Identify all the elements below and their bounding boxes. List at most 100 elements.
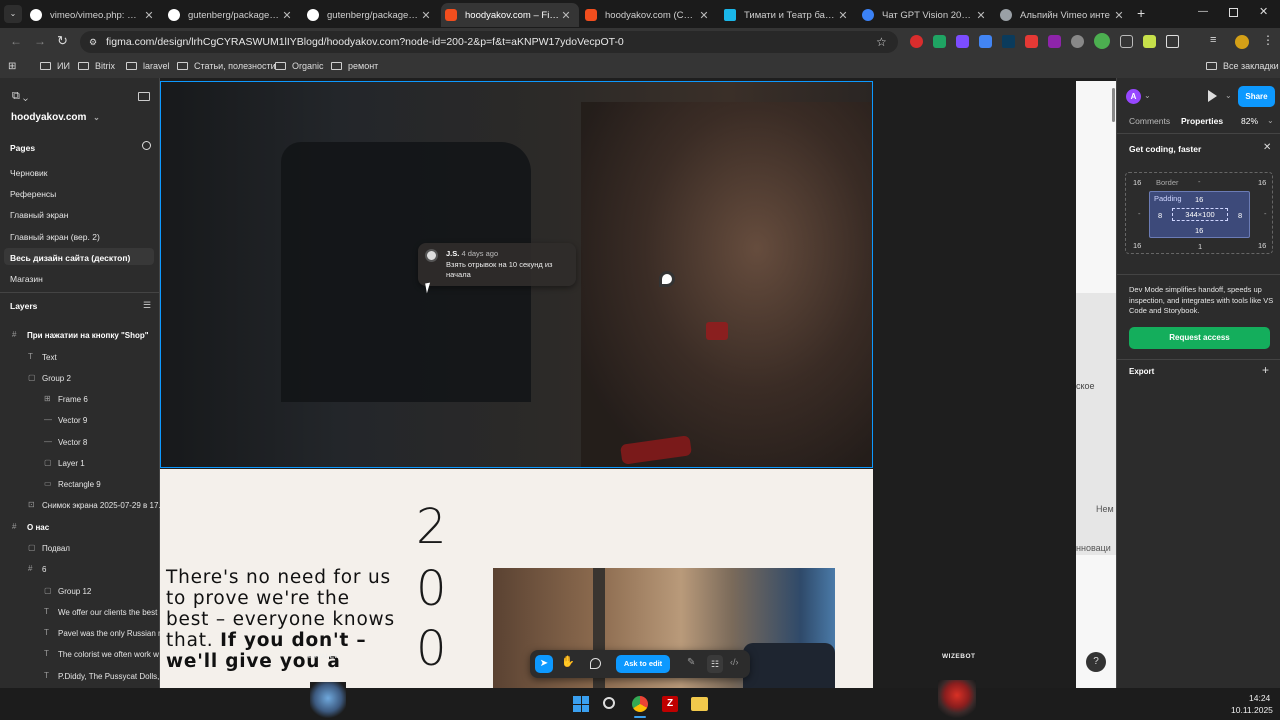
chevron-down-icon[interactable]: ⌄ bbox=[1144, 91, 1151, 100]
close-icon[interactable]: ✕ bbox=[1263, 142, 1271, 153]
layer-item[interactable]: Frame 6 bbox=[58, 395, 88, 404]
layer-item[interactable]: Layer 1 bbox=[58, 459, 85, 468]
bookmark-folder[interactable]: ремонт bbox=[331, 61, 378, 71]
layer-item[interactable]: 6 bbox=[42, 565, 46, 574]
layer-item[interactable]: Vector 9 bbox=[58, 416, 87, 425]
layer-item[interactable]: Pavel was the only Russian m bbox=[58, 629, 165, 638]
comment-tool-icon[interactable] bbox=[590, 658, 601, 669]
extension-icon[interactable] bbox=[1048, 35, 1061, 48]
share-button[interactable]: Share bbox=[1238, 86, 1275, 107]
extensions-puzzle-icon[interactable] bbox=[1166, 35, 1179, 48]
forward-icon[interactable]: → bbox=[34, 34, 46, 48]
browser-tab[interactable]: hoodyakov.com (Copy) –✕ bbox=[581, 3, 717, 27]
layer-item[interactable]: Подвал bbox=[42, 544, 70, 553]
minimize-icon[interactable]: — bbox=[1198, 6, 1208, 17]
layers-list-icon[interactable]: ☰ bbox=[143, 300, 151, 311]
close-tab-icon[interactable]: ✕ bbox=[280, 9, 294, 22]
page-item[interactable]: Главный экран bbox=[10, 210, 68, 220]
url-input[interactable]: ⚙ figma.com/design/lrhCgCYRASWUM1lIYBlog… bbox=[80, 31, 898, 53]
draw-tool-icon[interactable]: ✎ bbox=[687, 657, 695, 668]
filezilla-icon[interactable]: Z bbox=[662, 696, 678, 712]
dev-mode-icon[interactable]: ☷ bbox=[707, 655, 723, 673]
clock-time[interactable]: 14:24 bbox=[1249, 693, 1270, 703]
hand-tool-icon[interactable]: ✋ bbox=[561, 655, 575, 668]
extension-icon[interactable] bbox=[1143, 35, 1156, 48]
bookmark-folder[interactable]: ИИ bbox=[40, 61, 70, 71]
adblock-icon[interactable] bbox=[910, 35, 923, 48]
search-icon[interactable] bbox=[603, 697, 615, 709]
layer-item[interactable]: We offer our clients the best bbox=[58, 608, 157, 617]
reload-icon[interactable]: ↻ bbox=[57, 33, 68, 49]
clock-date[interactable]: 10.11.2025 bbox=[1231, 705, 1273, 715]
search-icon[interactable] bbox=[142, 141, 151, 150]
comment-pin[interactable] bbox=[659, 271, 675, 287]
close-tab-icon[interactable]: ✕ bbox=[697, 9, 711, 22]
chrome-icon[interactable] bbox=[632, 696, 648, 712]
map-frame-edge[interactable]: ское Нем нноваци bbox=[1076, 81, 1116, 688]
browser-tab[interactable]: gutenberg/packages/bloc✕ bbox=[164, 3, 300, 27]
browser-tab[interactable]: gutenberg/packages/com✕ bbox=[303, 3, 439, 27]
canvas-scrollbar[interactable] bbox=[1112, 88, 1115, 122]
extension-icon[interactable] bbox=[1094, 33, 1110, 49]
layer-item[interactable]: При нажатии на кнопку "Shop" bbox=[27, 331, 149, 340]
close-tab-icon[interactable]: ✕ bbox=[1112, 9, 1126, 22]
bookmark-folder[interactable]: Статьи, полезности bbox=[177, 61, 276, 71]
bookmark-folder[interactable]: laravel bbox=[126, 61, 170, 71]
ask-to-edit-button[interactable]: Ask to edit bbox=[616, 655, 670, 673]
page-item[interactable]: Референсы bbox=[10, 189, 56, 199]
browser-tab[interactable]: Чат GPT Vision 2025: Mo✕ bbox=[858, 3, 994, 27]
add-export-icon[interactable]: + bbox=[1262, 363, 1269, 377]
page-item[interactable]: Черновик bbox=[10, 168, 48, 178]
about-section-frame[interactable]: 2 0 0 There's no need for us to prove we… bbox=[160, 469, 873, 688]
request-access-button[interactable]: Request access bbox=[1129, 327, 1270, 349]
code-icon[interactable]: ‹/› bbox=[730, 657, 739, 667]
page-item[interactable]: Весь дизайн сайта (десктоп) bbox=[10, 253, 130, 263]
layer-item[interactable]: P.Diddy, The Pussycat Dolls, bbox=[58, 672, 159, 681]
move-tool-icon[interactable]: ➤ bbox=[535, 655, 553, 673]
layer-item[interactable]: Vector 8 bbox=[58, 438, 87, 447]
layer-item[interactable]: Rectangle 9 bbox=[58, 480, 101, 489]
extension-icon[interactable] bbox=[1120, 35, 1133, 48]
chevron-down-icon[interactable]: ⌄ bbox=[1225, 91, 1232, 100]
layer-item[interactable]: Снимок экрана 2025-07-29 в 17. bbox=[42, 501, 161, 510]
figma-canvas[interactable]: J.S. 4 days ago Взять отрывок на 10 секу… bbox=[160, 78, 1116, 688]
comment-bubble[interactable]: J.S. 4 days ago Взять отрывок на 10 секу… bbox=[418, 243, 576, 286]
layer-item[interactable]: The colorist we often work w bbox=[58, 650, 159, 659]
all-bookmarks[interactable]: Все закладки bbox=[1206, 61, 1279, 71]
figma-menu-icon[interactable]: ⧉ ⌄ bbox=[12, 90, 28, 103]
page-item[interactable]: Магазин bbox=[10, 274, 43, 284]
site-info-icon[interactable]: ⚙ bbox=[89, 31, 97, 53]
close-tab-icon[interactable]: ✕ bbox=[974, 9, 988, 22]
extension-icon[interactable] bbox=[1071, 35, 1084, 48]
menu-kebab-icon[interactable]: ⋮ bbox=[1262, 33, 1274, 47]
browser-tab-active[interactable]: hoodyakov.com – Figma ✕ bbox=[441, 3, 579, 27]
bookmark-star-icon[interactable]: ☆ bbox=[876, 31, 887, 53]
close-tab-icon[interactable]: ✕ bbox=[559, 9, 573, 22]
layer-item[interactable]: Group 2 bbox=[42, 374, 71, 383]
chevron-down-icon[interactable]: ⌄ bbox=[1267, 116, 1274, 125]
tab-comments[interactable]: Comments bbox=[1129, 116, 1170, 126]
close-window-icon[interactable]: ✕ bbox=[1259, 5, 1268, 18]
extension-icon[interactable] bbox=[979, 35, 992, 48]
page-item[interactable]: Главный экран (вер. 2) bbox=[10, 232, 100, 242]
restore-icon[interactable] bbox=[1229, 8, 1238, 17]
extension-icon[interactable] bbox=[956, 35, 969, 48]
extension-icon[interactable] bbox=[1025, 35, 1038, 48]
media-icon[interactable]: ≡ bbox=[1210, 34, 1216, 46]
present-play-icon[interactable] bbox=[1208, 90, 1217, 102]
tab-properties[interactable]: Properties bbox=[1181, 116, 1223, 126]
help-button[interactable]: ? bbox=[1086, 652, 1106, 672]
browser-tab[interactable]: Альпийн Vimeo инте ✕ bbox=[996, 3, 1132, 27]
browser-tab[interactable]: vimeo/vimeo.php: Official✕ bbox=[26, 3, 162, 27]
layer-item[interactable]: Group 12 bbox=[58, 587, 91, 596]
apps-grid-icon[interactable]: ⊞ bbox=[8, 61, 16, 72]
browser-tab[interactable]: Тимати и Театр балета Б✕ bbox=[720, 3, 856, 27]
tab-search-icon[interactable]: ⌄ bbox=[4, 5, 22, 23]
layer-item[interactable]: Text bbox=[42, 353, 57, 362]
toggle-sidebar-icon[interactable] bbox=[138, 92, 150, 101]
bookmark-folder[interactable]: Bitrix bbox=[78, 61, 115, 71]
close-tab-icon[interactable]: ✕ bbox=[142, 9, 156, 22]
profile-avatar[interactable] bbox=[1235, 35, 1249, 49]
close-tab-icon[interactable]: ✕ bbox=[419, 9, 433, 22]
shield-icon[interactable] bbox=[933, 35, 946, 48]
